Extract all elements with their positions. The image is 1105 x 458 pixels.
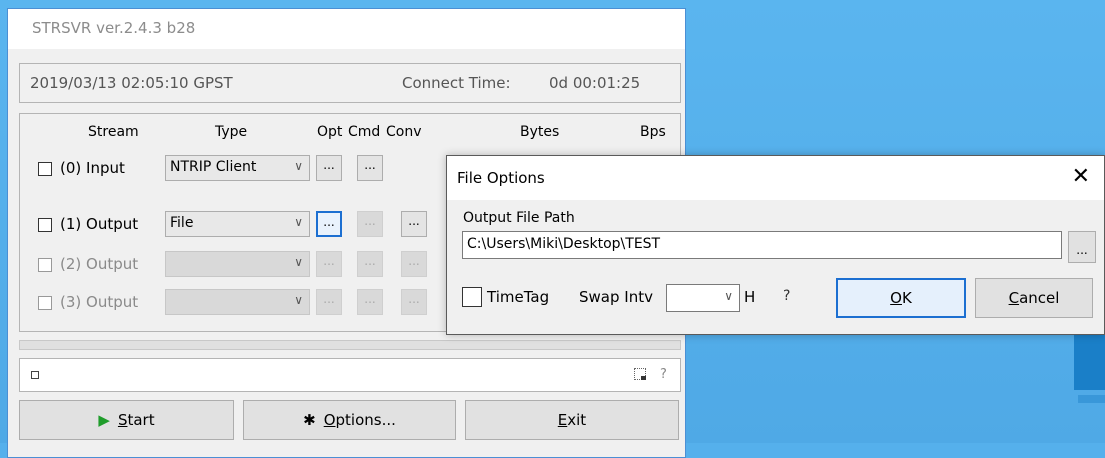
exit-accelerator: E <box>557 411 568 429</box>
header-cmd: Cmd <box>348 124 381 140</box>
browse-button[interactable]: ... <box>1068 231 1096 263</box>
dialog-title-bar[interactable]: File Options ✕ <box>447 156 1104 200</box>
header-opt: Opt <box>317 124 343 140</box>
cancel-button[interactable]: Cancel <box>975 278 1093 318</box>
output-path-label: Output File Path <box>463 210 575 226</box>
current-time: 2019/03/13 02:05:10 GPST <box>30 74 233 92</box>
options-button[interactable]: ✱ Options... <box>243 400 456 440</box>
cancel-label-rest: ancel <box>1019 289 1060 307</box>
ok-accelerator: O <box>890 289 902 307</box>
message-help[interactable]: ? <box>660 367 667 382</box>
output-2-checkbox[interactable] <box>38 258 52 272</box>
desktop-icon-fragment-2 <box>1078 395 1105 403</box>
cancel-accelerator: C <box>1008 289 1020 307</box>
resize-icon[interactable] <box>634 368 646 380</box>
dialog-title: File Options <box>457 169 545 187</box>
output-3-type-select[interactable]: ∨ <box>165 289 310 315</box>
output-2-type-select[interactable]: ∨ <box>165 251 310 277</box>
chevron-down-icon: ∨ <box>294 215 303 229</box>
options-label-rest: ptions... <box>335 411 396 429</box>
output-3-cmd-button[interactable]: ... <box>357 289 383 315</box>
output-1-checkbox[interactable] <box>38 218 52 232</box>
connect-time-label: Connect Time: <box>402 74 511 92</box>
header-bytes: Bytes <box>520 124 560 140</box>
input-0-opt-button[interactable]: ... <box>316 155 342 181</box>
output-2-conv-button[interactable]: ... <box>401 251 427 277</box>
play-icon: ▶ <box>98 411 110 429</box>
options-accelerator: O <box>323 411 336 429</box>
chevron-down-icon: ∨ <box>294 293 303 307</box>
input-0-label: (0) Input <box>60 159 125 177</box>
swap-unit-label: H <box>744 288 756 306</box>
progress-bar <box>19 340 681 350</box>
start-label-rest: tart <box>127 411 155 429</box>
output-3-conv-button[interactable]: ... <box>401 289 427 315</box>
output-2-opt-button[interactable]: ... <box>316 251 342 277</box>
exit-label-rest: xit <box>567 411 587 429</box>
close-icon[interactable]: ✕ <box>1072 164 1090 189</box>
swap-interval-label: Swap Intv <box>579 288 653 306</box>
timetag-checkbox[interactable] <box>462 287 482 307</box>
output-3-opt-button[interactable]: ... <box>316 289 342 315</box>
header-type: Type <box>215 124 248 140</box>
output-1-label: (1) Output <box>60 215 139 233</box>
output-1-type-select[interactable]: File ∨ <box>165 211 310 237</box>
output-1-cmd-button[interactable]: ... <box>357 211 383 237</box>
timetag-label: TimeTag <box>487 288 550 306</box>
message-indicator-icon <box>31 371 39 379</box>
output-1-conv-button[interactable]: ... <box>401 211 427 237</box>
input-0-cmd-button[interactable]: ... <box>357 155 383 181</box>
chevron-down-icon: ∨ <box>294 255 303 269</box>
ok-label-rest: K <box>901 289 912 307</box>
window-title: STRSVR ver.2.4.3 b28 <box>32 19 196 37</box>
chevron-down-icon: ∨ <box>294 159 303 173</box>
ok-button[interactable]: OK <box>836 278 966 318</box>
gear-icon: ✱ <box>303 411 316 429</box>
output-path-input[interactable]: C:\Users\Miki\Desktop\TEST <box>462 231 1062 259</box>
output-2-label: (2) Output <box>60 255 139 273</box>
file-options-dialog: File Options ✕ Output File Path C:\Users… <box>446 155 1105 335</box>
header-bps: Bps <box>640 124 666 140</box>
title-bar[interactable]: STRSVR ver.2.4.3 b28 <box>8 9 685 49</box>
output-1-type-value: File <box>170 215 194 231</box>
header-stream: Stream <box>88 124 139 140</box>
output-3-label: (3) Output <box>60 293 139 311</box>
status-panel: 2019/03/13 02:05:10 GPST Connect Time: 0… <box>19 63 681 103</box>
swap-interval-select[interactable]: ∨ <box>666 284 740 312</box>
desktop-icon-fragment <box>1074 335 1105 390</box>
input-0-checkbox[interactable] <box>38 162 52 176</box>
output-1-opt-button[interactable]: ... <box>316 211 342 237</box>
exit-button[interactable]: Exit <box>465 400 679 440</box>
input-0-type-value: NTRIP Client <box>170 159 257 175</box>
help-link[interactable]: ? <box>783 288 790 304</box>
output-3-checkbox[interactable] <box>38 296 52 310</box>
start-button[interactable]: ▶ Start <box>19 400 234 440</box>
connect-time-value: 0d 00:01:25 <box>549 74 641 92</box>
chevron-down-icon: ∨ <box>724 289 733 303</box>
header-conv: Conv <box>386 124 422 140</box>
message-panel: ? <box>19 358 681 392</box>
input-0-type-select[interactable]: NTRIP Client ∨ <box>165 155 310 181</box>
output-2-cmd-button[interactable]: ... <box>357 251 383 277</box>
